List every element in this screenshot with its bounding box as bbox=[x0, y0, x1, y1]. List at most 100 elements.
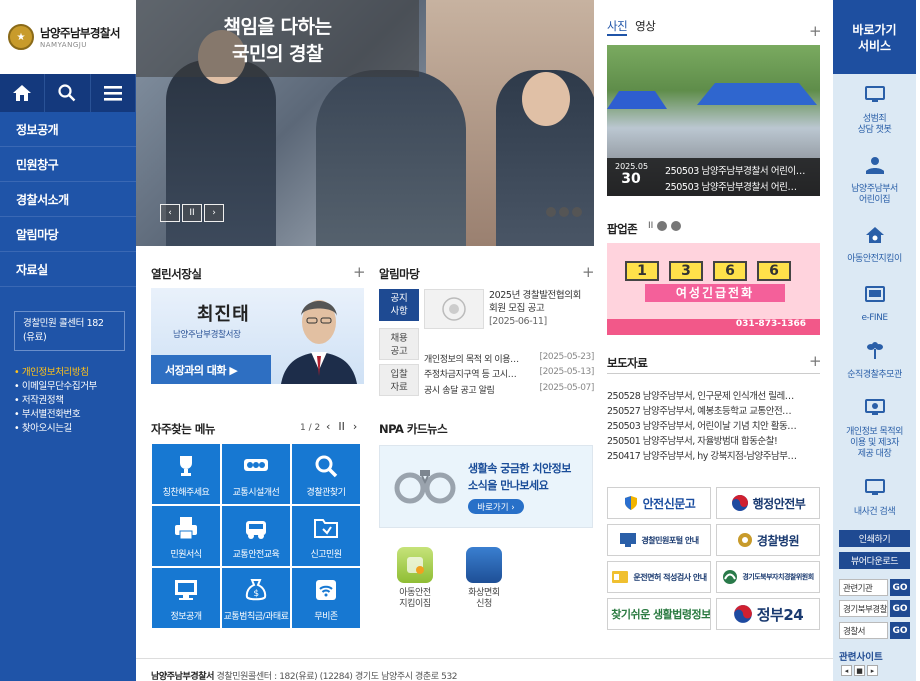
link-email-refusal[interactable]: • 이메일무단수집거부 bbox=[14, 378, 97, 392]
npa-line1: 생활속 궁금한 치안정보 bbox=[468, 462, 571, 475]
banner-controls: ‹ II › bbox=[160, 204, 224, 222]
banner-mois[interactable]: 행정안전부 bbox=[716, 487, 820, 519]
tab-recruit[interactable]: 채용 공고 bbox=[379, 328, 419, 360]
nav-archive[interactable]: 자료실 bbox=[0, 252, 136, 287]
service-memorial[interactable]: 순직경찰추모관 bbox=[833, 341, 916, 381]
notice-row[interactable]: 공시 송달 공고 알림 [2025-05-07] bbox=[424, 383, 594, 396]
favorites-pause-button[interactable]: II bbox=[338, 420, 345, 433]
popup-dot[interactable] bbox=[657, 221, 668, 231]
popup-banner[interactable]: 1 3 6 6 여성긴급전화 031-873-1366 bbox=[607, 243, 820, 335]
banner-gov24[interactable]: 정부24 bbox=[716, 598, 820, 630]
fav-find-officer[interactable]: 경찰관찾기 bbox=[292, 444, 360, 504]
link-directions[interactable]: • 찾아오시는길 bbox=[14, 420, 97, 434]
link-copyright[interactable]: • 저작권정책 bbox=[14, 392, 97, 406]
photo-caption-1[interactable]: 250503 남양주남부경찰서 어린이… bbox=[665, 163, 817, 177]
photo-caption-2[interactable]: 250503 남양주남부경찰서 어린… bbox=[665, 179, 817, 193]
ceo-card[interactable]: 최진태 남양주남부경찰서장 서장과의 대화 ▶ bbox=[151, 288, 364, 384]
banner-police-portal[interactable]: 경찰민원포털 안내 bbox=[607, 524, 711, 556]
service-chatbot[interactable]: 성범죄 상담 챗봇 bbox=[833, 85, 916, 136]
app-child-safety[interactable]: 아동안전 지킴이집 bbox=[389, 547, 441, 610]
app-video-visit[interactable]: 화상면회 신청 bbox=[458, 547, 510, 610]
fav-traffic-education[interactable]: 교통안전교육 bbox=[222, 506, 290, 566]
notice-featured[interactable]: 2025년 경찰발전협의회 회원 모집 공고 [2025-06-11] bbox=[489, 289, 589, 328]
tab-bid[interactable]: 입찰 자료 bbox=[379, 364, 419, 396]
ceo-talk-button[interactable]: 서장과의 대화 ▶ bbox=[151, 355, 271, 384]
photo-gallery[interactable]: 2025.05 30 250503 남양주남부경찰서 어린이… 250503 남… bbox=[607, 45, 820, 196]
notice-more-icon[interactable]: + bbox=[582, 263, 595, 281]
banner-dot[interactable] bbox=[559, 207, 569, 217]
notice-row[interactable]: 주정차금지구역 등 고시… [2025-05-13] bbox=[424, 367, 594, 380]
fav-info-disclosure[interactable]: 정보공개 bbox=[152, 568, 220, 628]
npa-go-button[interactable]: 바로가기 › bbox=[468, 499, 524, 514]
nav-civil-service[interactable]: 민원창구 bbox=[0, 147, 136, 182]
banner-prev-button[interactable]: ‹ bbox=[160, 204, 180, 222]
nav-info-disclosure[interactable]: 정보공개 bbox=[0, 112, 136, 147]
fav-praise[interactable]: 칭찬해주세요 bbox=[152, 444, 220, 504]
service-privacy-ledger[interactable]: 개인정보 목적외 이용 및 제3자 제공 대장 bbox=[833, 398, 916, 460]
favorites-grid: 칭찬해주세요 교통시설개선 경찰관찾기 민원서식 교통안전교육 신고민원 정보공… bbox=[152, 444, 362, 628]
fav-fines[interactable]: $ 교통범칙금/과태료 bbox=[222, 568, 290, 628]
service-child-safety[interactable]: 아동안전지킴이 bbox=[833, 225, 916, 265]
home-icon[interactable] bbox=[0, 74, 46, 112]
related-prev-button[interactable]: ◂ bbox=[841, 665, 852, 676]
print-button[interactable]: 인쇄하기 bbox=[839, 530, 910, 547]
banner-dot[interactable] bbox=[572, 207, 582, 217]
press-more-icon[interactable]: + bbox=[809, 352, 822, 370]
related-stop-button[interactable]: ■ bbox=[854, 665, 865, 676]
nav-notice[interactable]: 알림마당 bbox=[0, 217, 136, 252]
police-station-dropdown[interactable]: 경찰서 bbox=[839, 622, 888, 639]
go-button[interactable]: GO bbox=[890, 579, 910, 596]
press-item[interactable]: 250503 남양주남부서, 어린이날 기념 치안 활동… bbox=[607, 418, 819, 432]
service-daycare[interactable]: 남양주남부서 어린이집 bbox=[833, 155, 916, 206]
banner-safety-report[interactable]: 안전신문고 bbox=[607, 487, 711, 519]
photo-more-icon[interactable]: + bbox=[809, 22, 822, 40]
favorites-prev-button[interactable]: ‹ bbox=[326, 420, 330, 433]
link-phone-directory[interactable]: • 부서별전화번호 bbox=[14, 406, 97, 420]
banner-pause-button[interactable]: II bbox=[182, 204, 202, 222]
banner-license-test[interactable]: 운전면허 적성검사 안내 bbox=[607, 561, 711, 593]
press-item[interactable]: 250528 남양주남부서, 인구문제 인식개선 릴레… bbox=[607, 388, 819, 402]
menu-icon[interactable] bbox=[91, 74, 136, 112]
banner-police-hospital[interactable]: 경찰병원 bbox=[716, 524, 820, 556]
favorites-page: 1 / 2 bbox=[300, 423, 321, 433]
car-icon bbox=[246, 521, 266, 539]
gyeonggi-police-dropdown[interactable]: 경기북부경찰 bbox=[839, 600, 888, 617]
search-icon[interactable] bbox=[45, 74, 91, 112]
fav-forms[interactable]: 민원서식 bbox=[152, 506, 220, 566]
service-case-search[interactable]: 내사건 검색 bbox=[833, 478, 916, 518]
tab-notice[interactable]: 공지 사항 bbox=[379, 289, 419, 321]
press-item[interactable]: 250417 남양주남부서, hy 강북지점-남양주남부… bbox=[607, 448, 819, 462]
tab-photo[interactable]: 사진 bbox=[607, 18, 628, 36]
link-privacy[interactable]: • 개인정보처리방침 bbox=[14, 364, 97, 378]
fav-traffic-facility[interactable]: 교통시설개선 bbox=[222, 444, 290, 504]
go-button[interactable]: GO bbox=[890, 622, 910, 639]
ceo-section-title: 열린서장실 bbox=[151, 267, 202, 281]
npa-card-news[interactable]: 생활속 궁금한 치안정보 소식을 만나보세요 바로가기 › bbox=[379, 445, 593, 528]
monitor-icon bbox=[864, 399, 885, 415]
fav-wifi-zone[interactable]: 무비존 bbox=[292, 568, 360, 628]
related-agency-dropdown[interactable]: 관련기관 bbox=[839, 579, 888, 596]
related-next-button[interactable]: ▸ bbox=[867, 665, 878, 676]
ceo-photo bbox=[281, 300, 357, 384]
viewer-download-button[interactable]: 뷰어다운로드 bbox=[839, 552, 910, 569]
go-button[interactable]: GO bbox=[890, 600, 910, 617]
notice-row[interactable]: 개인정보의 목적 외 이용… [2025-05-23] bbox=[424, 352, 594, 365]
fav-report[interactable]: 신고민원 bbox=[292, 506, 360, 566]
popup-dot[interactable] bbox=[671, 221, 682, 231]
popup-pause-button[interactable]: II bbox=[648, 221, 653, 231]
banner-gyeonggi-police-committee[interactable]: 경기도북부자치경찰위원회 bbox=[716, 561, 820, 593]
main-banner[interactable]: 책임을 다하는 국민의 경찰 ‹ II › bbox=[136, 0, 594, 246]
site-logo[interactable]: ★ 남양주남부경찰서 NAMYANGJU bbox=[0, 0, 136, 74]
press-item[interactable]: 250501 남양주남부서, 자율방범대 합동순찰! bbox=[607, 433, 819, 447]
ceo-more-icon[interactable]: + bbox=[353, 263, 366, 281]
press-item[interactable]: 250527 남양주남부서, 예봉초등학교 교통안전… bbox=[607, 403, 819, 417]
banner-dot[interactable] bbox=[546, 207, 556, 217]
banner-law-info[interactable]: 찾기쉬운 생활법령정보 bbox=[607, 598, 711, 630]
popup-digits: 1 3 6 6 bbox=[625, 261, 791, 281]
tab-video[interactable]: 영상 bbox=[635, 18, 656, 36]
flower-icon bbox=[866, 342, 883, 359]
nav-about[interactable]: 경찰서소개 bbox=[0, 182, 136, 217]
favorites-next-button[interactable]: › bbox=[353, 420, 357, 433]
service-efine[interactable]: e-FINE bbox=[833, 284, 916, 324]
banner-next-button[interactable]: › bbox=[204, 204, 224, 222]
